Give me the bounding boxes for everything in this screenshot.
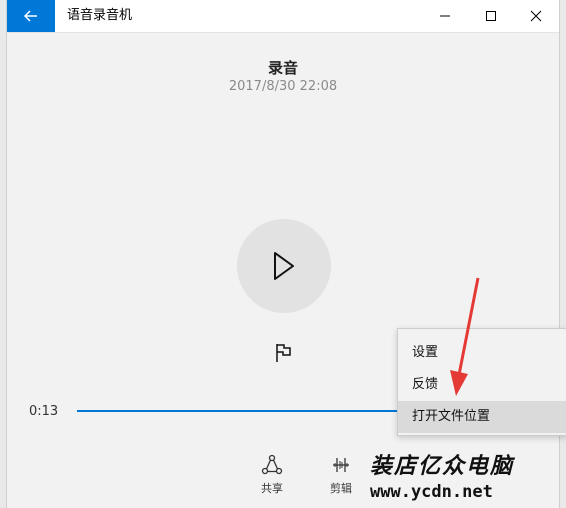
add-marker-button[interactable] <box>273 342 295 364</box>
share-button[interactable]: 共享 <box>247 454 297 496</box>
watermark-line1: 装店亿众电脑 <box>370 453 515 479</box>
recording-date: 2017/8/30 22:08 <box>228 79 338 94</box>
title-bar: 语音录音机 <box>7 0 559 33</box>
trim-label: 剪辑 <box>330 482 352 495</box>
minimize-icon <box>440 15 450 17</box>
progress-track[interactable] <box>77 410 401 412</box>
back-button[interactable] <box>7 0 55 32</box>
menu-item-open-file-location[interactable]: 打开文件位置 <box>398 401 566 433</box>
window-title: 语音录音机 <box>67 8 133 23</box>
voice-recorder-window: 语音录音机 录音 2017/8/30 22:08 0:13 共享 剪辑 设置 反… <box>6 0 566 508</box>
play-button[interactable] <box>237 219 331 313</box>
trim-icon <box>333 458 349 472</box>
close-button[interactable] <box>513 0 559 32</box>
play-icon <box>274 252 294 280</box>
annotation-arrow <box>450 277 480 396</box>
share-label: 共享 <box>261 482 283 495</box>
flag-icon <box>276 344 291 362</box>
share-icon <box>261 454 283 475</box>
close-icon <box>530 10 542 22</box>
maximize-icon <box>486 11 496 21</box>
elapsed-time: 0:13 <box>29 404 59 419</box>
watermark: 装店亿众电脑 www.ycdn.net <box>370 448 560 502</box>
watermark-line2: www.ycdn.net <box>370 482 493 502</box>
maximize-button[interactable] <box>468 0 514 32</box>
recording-title: 录音 <box>267 59 298 77</box>
minimize-button[interactable] <box>422 0 468 32</box>
arrow-left-icon <box>23 10 37 22</box>
trim-button[interactable]: 剪辑 <box>316 454 366 496</box>
